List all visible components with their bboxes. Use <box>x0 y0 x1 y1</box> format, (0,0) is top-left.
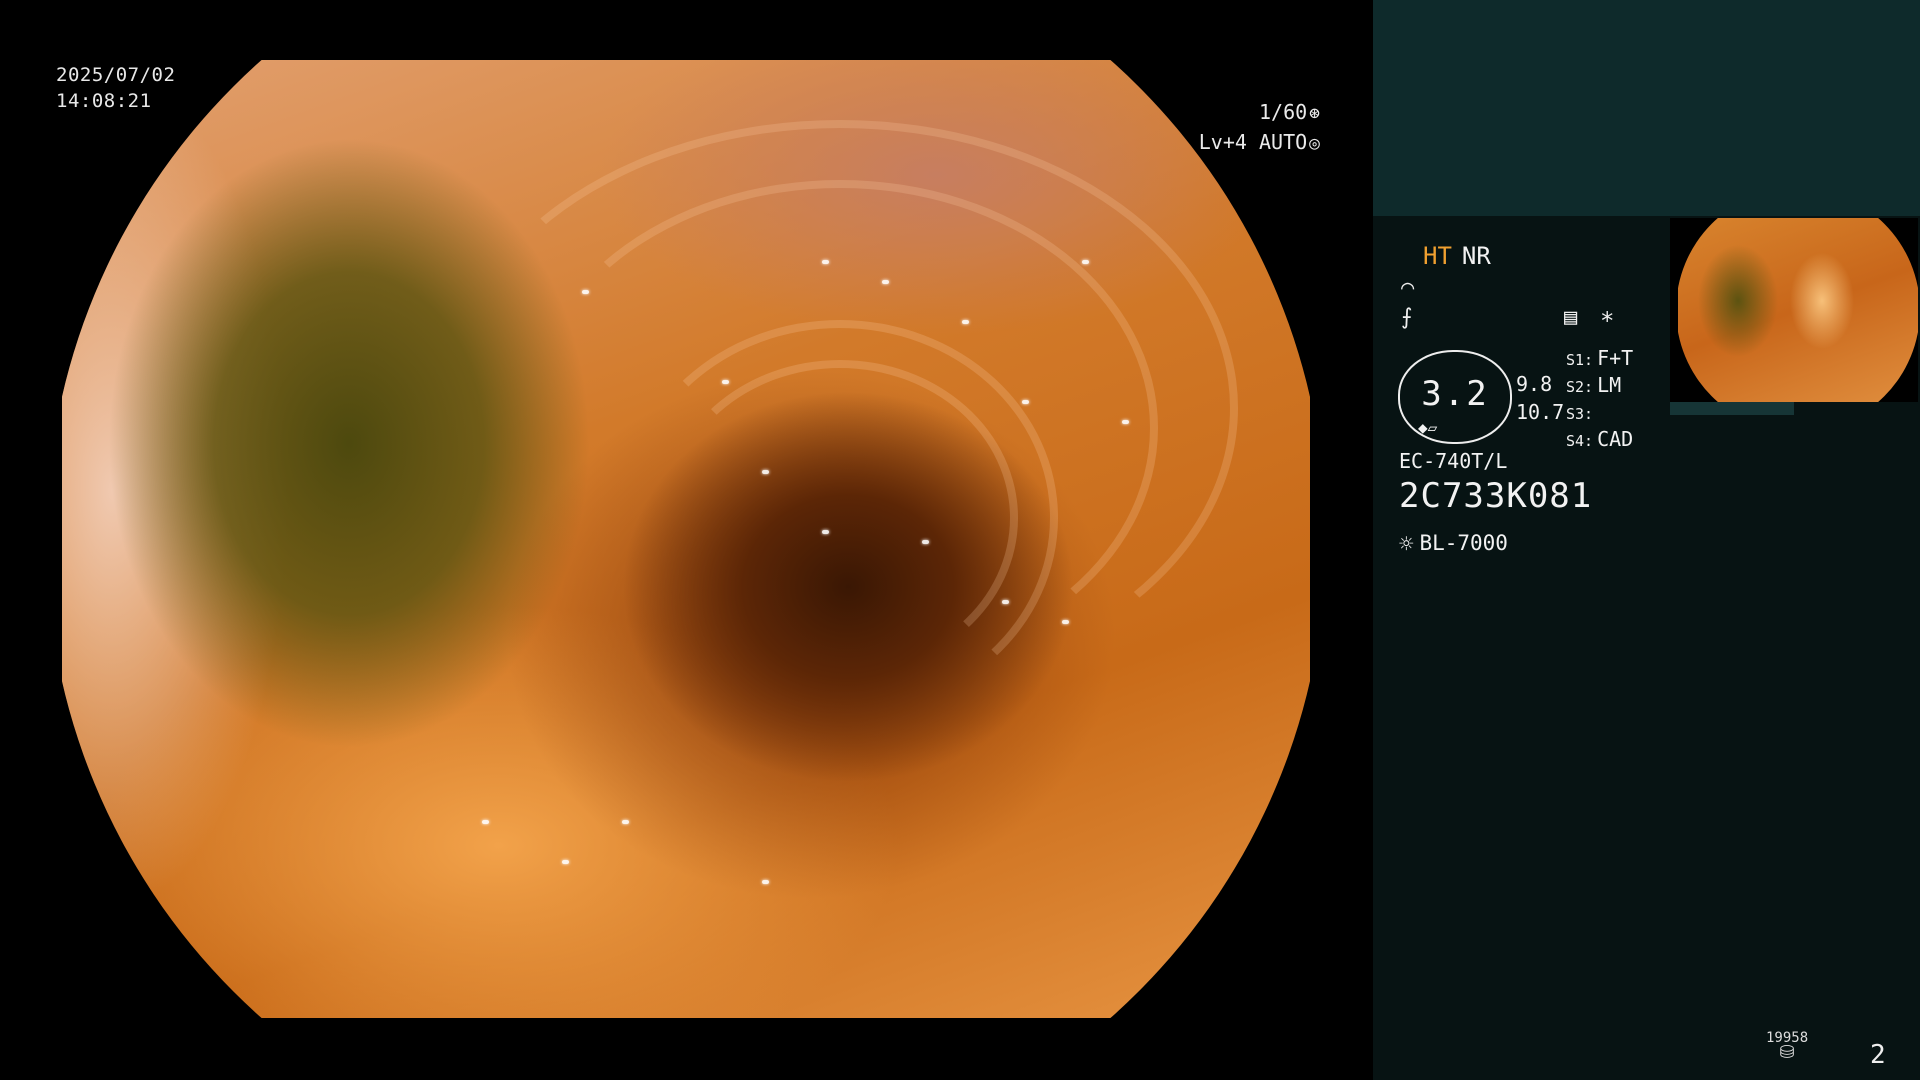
gauge-top-value: 9.8 <box>1516 372 1553 396</box>
scope-model: EC-740T/L <box>1399 449 1508 473</box>
gauge-bottom-value: 10.7 <box>1516 400 1565 424</box>
light-icon: ☼ <box>1399 530 1414 558</box>
gauge-value: 3.2 <box>1421 374 1489 414</box>
setting-row: S2: LM <box>1566 373 1622 397</box>
switch-settings: S1: F+T S2: LM S3: S4: CAD <box>1566 346 1633 454</box>
pen-icon: ◆▱ <box>1418 418 1438 437</box>
light-source: ☼ BL-7000 <box>1399 530 1508 558</box>
level-text: Lv+4 <box>1198 130 1247 154</box>
thumbnail-image <box>1678 218 1918 402</box>
date-text: 2025/07/02 <box>56 64 176 86</box>
ht-label: HT <box>1423 242 1452 270</box>
setting-row: S3: <box>1566 405 1594 423</box>
menu-icon: ▤ <box>1564 305 1578 330</box>
light-source-text: BL-7000 <box>1419 531 1508 555</box>
processing-modes: HT NR <box>1423 242 1491 270</box>
auto-exposure-icon: ◎ <box>1309 133 1320 154</box>
star-icon: * <box>1600 307 1615 335</box>
nr-label: NR <box>1461 242 1491 270</box>
freeze-icon: ⨍ <box>1401 305 1413 330</box>
endoscopy-screen: 2025/07/02 14:08:21 1/60 ⊛ Lv+4 AUTO ◎ HT N… <box>0 0 1920 1080</box>
panel-header <box>1373 0 1920 216</box>
scope-serial: 2C733K081 <box>1399 476 1593 516</box>
thumbnail-bar <box>1670 402 1794 415</box>
mode-text: AUTO <box>1258 130 1308 154</box>
page-number: 2 <box>1870 1040 1886 1070</box>
endoscope-view <box>62 60 1310 1018</box>
zoom-gauge: 3.2 ◆▱ <box>1398 350 1512 444</box>
aperture-icon: ⊛ <box>1309 103 1320 124</box>
time-text: 14:08:21 <box>56 90 152 112</box>
setting-row: S1: F+T <box>1566 346 1634 370</box>
enhance-icon: ⌒ <box>1401 275 1415 300</box>
datetime: 2025/07/02 14:08:21 <box>56 62 175 114</box>
setting-row: S4: CAD <box>1566 427 1634 451</box>
thumbnail[interactable] <box>1670 218 1918 402</box>
storage-icon: ⛁ <box>1779 1042 1795 1063</box>
shutter-text: 1/60 <box>1258 100 1308 124</box>
storage-counter: 19958 ⛁ <box>1766 1030 1808 1063</box>
exposure-info: 1/60 ⊛ Lv+4 AUTO ◎ <box>1199 98 1320 158</box>
